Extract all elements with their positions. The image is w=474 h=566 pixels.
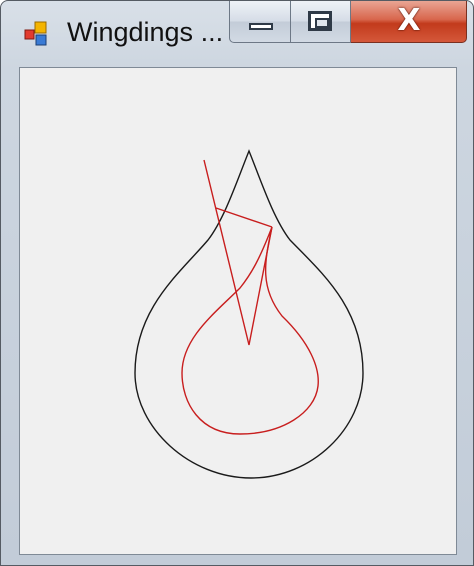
drawing-canvas: [134, 149, 364, 479]
inner-loop-curve: [181, 226, 319, 435]
minimize-icon: [249, 23, 273, 30]
window-title: Wingdings ...: [67, 17, 224, 47]
minimize-button[interactable]: [229, 1, 291, 43]
app-window-icon: [24, 21, 47, 46]
close-icon: X: [397, 3, 421, 38]
app-window: Wingdings ... X: [0, 0, 474, 566]
title-bar[interactable]: Wingdings ... X: [1, 1, 473, 63]
client-area: [19, 67, 457, 555]
outer-teardrop-curve: [134, 149, 364, 479]
caption-buttons: X: [229, 1, 469, 45]
maximize-icon: [308, 11, 332, 31]
maximize-button[interactable]: [291, 1, 351, 43]
close-button[interactable]: X: [351, 1, 467, 43]
